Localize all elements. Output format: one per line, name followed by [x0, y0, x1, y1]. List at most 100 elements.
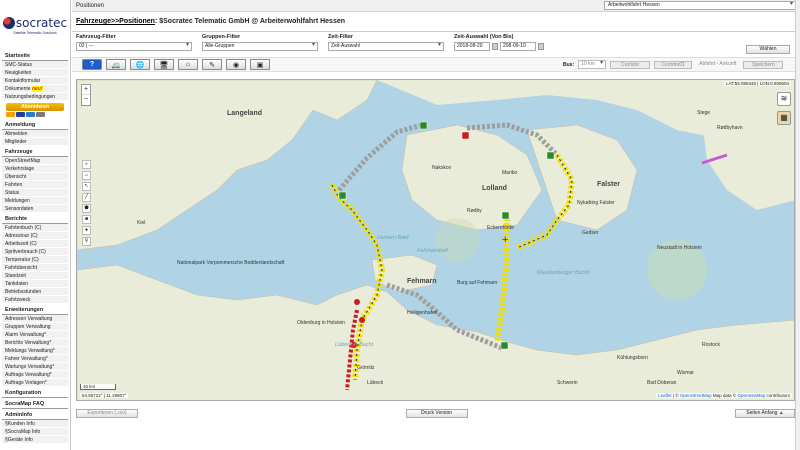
vehicle-marker-icon[interactable]	[500, 341, 509, 350]
sidebar-section-heading[interactable]: Fahrzeuge	[2, 146, 68, 157]
sidebar-section-heading[interactable]: SocraMap FAQ	[2, 398, 68, 409]
sidebar-item[interactable]: Fahrer Verwaltung*	[2, 355, 68, 363]
sidebar-item[interactable]: Fahrtübersicht	[2, 264, 68, 272]
polyline-icon[interactable]: ╱	[82, 193, 91, 202]
sidebar-item[interactable]: Meldungs Verwaltung*	[2, 347, 68, 355]
payment-card-icon	[26, 112, 35, 117]
cursor-icon[interactable]: ↖	[82, 182, 91, 191]
map-view[interactable]: Lolland Falster Femern Bælt Fehmarnbelt Fehm…	[76, 79, 795, 401]
sidebar-section-heading[interactable]: Startseite	[2, 50, 68, 61]
basemap-icon[interactable]: ▦	[777, 111, 791, 125]
polygon-icon[interactable]: ⬟	[82, 204, 91, 213]
date-from-input[interactable]: 2018-08-20	[454, 42, 490, 51]
sidebar-item[interactable]: Spritverbrauch (C)	[2, 248, 68, 256]
osm-link[interactable]: OpenStreetMap	[680, 393, 712, 398]
vehicle-marker-icon[interactable]	[546, 151, 555, 160]
sidebar-item[interactable]: Sensordaten	[2, 205, 68, 213]
sidebar-item[interactable]: Auftrags Verwaltung*	[2, 371, 68, 379]
sidebar-section-heading[interactable]: Berichte	[2, 213, 68, 224]
sidebar-item[interactable]: §Geräte Info	[2, 436, 68, 444]
sidebar-item[interactable]: Mitglieder	[2, 138, 68, 146]
sidebar-item[interactable]: Betriebsstunden	[2, 288, 68, 296]
globe-icon[interactable]: 🌐	[130, 59, 150, 70]
sidebar-item[interactable]: Neuigkeiten	[2, 69, 68, 77]
search-icon[interactable]: ⌕	[82, 160, 91, 169]
choose-button[interactable]: Wählen	[746, 45, 790, 54]
vehicle-marker-icon[interactable]	[338, 191, 347, 200]
home-icon[interactable]: ⌂	[178, 59, 198, 70]
sidebar-item[interactable]: Berichts Verwaltung*	[2, 339, 68, 347]
stop-marker-icon[interactable]	[354, 299, 360, 305]
monitor-icon[interactable]: 🖥	[154, 59, 174, 70]
sidebar-item[interactable]: Fahrten	[2, 181, 68, 189]
save-button[interactable]: Speichern	[743, 60, 784, 69]
sidebar-item[interactable]: OpenStreetMap	[2, 157, 68, 165]
export-csv-button[interactable]: Exportieren (.csv)	[76, 408, 138, 418]
leaflet-link[interactable]: Leaflet	[658, 393, 672, 398]
rectangle-icon[interactable]: ■	[82, 215, 91, 224]
help-icon[interactable]: ?	[82, 59, 102, 70]
sidebar-item[interactable]: Übersicht	[2, 173, 68, 181]
sidebar-section-heading[interactable]: Konfiguration	[2, 387, 68, 398]
bus-distance-select[interactable]: 10 km	[578, 60, 607, 69]
sidebar-item[interactable]: Tankdaten	[2, 280, 68, 288]
departure-arrival-button[interactable]: Abfahrt - Ankunft	[696, 61, 739, 69]
print-version-button[interactable]: Druck Version	[405, 408, 468, 418]
sidebar-item[interactable]: Wartungs Verwaltung*	[2, 363, 68, 371]
stop-marker-icon[interactable]	[461, 131, 470, 140]
socratec-logo[interactable]: socratec Satellite Telematic Solutions	[0, 0, 70, 50]
vehicle-marker-icon[interactable]	[501, 211, 510, 220]
sidebar-item[interactable]: Auftrags Vorlagen*	[2, 379, 68, 387]
sidebar-item[interactable]: Fahrtenbuch (C)	[2, 224, 68, 232]
top-bar: Positionen Arbeitwohlfahrt Hessen	[72, 0, 800, 12]
group-filter-select[interactable]: Alle-Gruppen	[202, 42, 318, 51]
layers-icon[interactable]: ≋	[777, 92, 791, 106]
page-top-button[interactable]: Seiten Anfang ▲	[735, 408, 795, 418]
sidebar-item[interactable]: §Kunden Info	[2, 420, 68, 428]
sidebar-item[interactable]: Fahrtzweck	[2, 296, 68, 304]
sidebar-item[interactable]: Temperatur (C)	[2, 256, 68, 264]
sidebar-section-heading[interactable]: AdminInfo	[2, 409, 68, 420]
calendar-icon[interactable]	[492, 43, 498, 50]
time-filter-select[interactable]: Zeit-Auswahl	[328, 42, 444, 51]
vehicle-icon[interactable]: 🚐	[106, 59, 126, 70]
marker-icon[interactable]: ⚲	[82, 237, 91, 246]
sidebar-item[interactable]: Status	[2, 189, 68, 197]
circle-icon[interactable]: ●	[82, 226, 91, 235]
sidebar-item[interactable]: Kontaktformular	[2, 77, 68, 85]
sidebar-item[interactable]: Dokumente neu!	[2, 85, 68, 93]
sidebar-item[interactable]: Meldungen	[2, 197, 68, 205]
sidebar-item[interactable]: Abmelden	[2, 130, 68, 138]
sidebar-section-heading[interactable]: Anmeldung	[2, 119, 68, 130]
corridor-button[interactable]: Corridor	[610, 60, 651, 69]
openseamap-link[interactable]: OpenSeaMap	[737, 393, 765, 398]
sidebar-item[interactable]: Nutzungsbedingungen	[2, 93, 68, 101]
zoom-in-button[interactable]: +	[82, 85, 90, 95]
breadcrumb-link[interactable]: Fahrzeuge>>Positionen	[76, 18, 155, 25]
zoom-out-button[interactable]: −	[82, 95, 90, 105]
sidebar-item[interactable]: Adresstour (C)	[2, 232, 68, 240]
vehicle-marker-icon[interactable]	[419, 121, 428, 130]
map-canvas[interactable]	[77, 80, 795, 401]
sidebar-item[interactable]: Gruppen Verwaltung	[2, 323, 68, 331]
sidebar-item[interactable]: Adressen Verwaltung	[2, 315, 68, 323]
sidebar-item[interactable]: Alarm Verwaltung*	[2, 331, 68, 339]
sidebar-item[interactable]: §SocraMap Info	[2, 428, 68, 436]
truck-icon[interactable]: ▣	[250, 59, 270, 70]
vehicle-filter-select[interactable]: 02 | ---	[76, 42, 192, 51]
stop-marker-icon[interactable]	[359, 317, 365, 323]
sidebar-item[interactable]: Arbeitszeit (C)	[2, 240, 68, 248]
sidebar-item[interactable]: Standzeit	[2, 272, 68, 280]
sidebar-item[interactable]: Verkehrslage	[2, 165, 68, 173]
notes-icon[interactable]: ✎	[202, 59, 222, 70]
customer-select[interactable]: Arbeitwohlfahrt Hessen	[604, 1, 796, 10]
radar-icon[interactable]: ◉	[226, 59, 246, 70]
corridor01-button[interactable]: Corridor01	[654, 60, 693, 69]
date-to-input[interactable]: 208-09-10	[500, 42, 536, 51]
sidebar-section-heading[interactable]: Erweiterungen	[2, 304, 68, 315]
calendar-icon[interactable]	[538, 43, 544, 50]
page-scrollbar[interactable]	[795, 0, 800, 450]
subscribe-button[interactable]: Abonnieren	[6, 103, 64, 111]
home-icon[interactable]: ⌂	[82, 171, 91, 180]
sidebar-item[interactable]: SMC-Status	[2, 61, 68, 69]
